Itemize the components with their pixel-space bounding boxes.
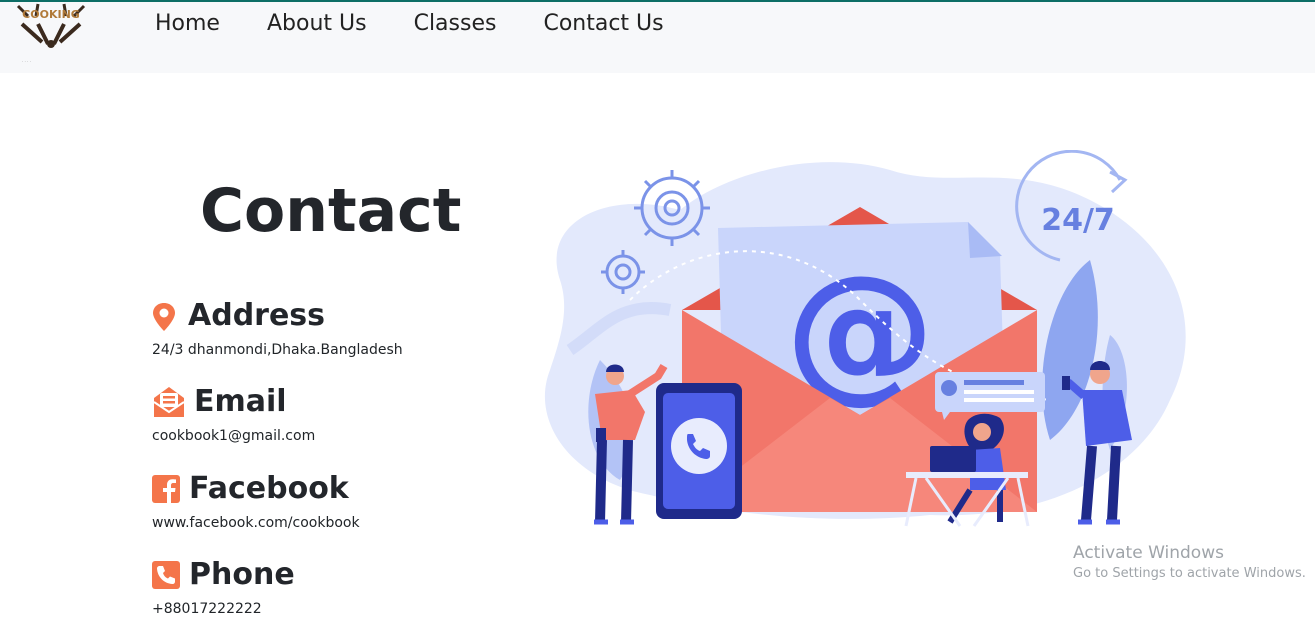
- contact-illustration: 24/7 @: [544, 150, 1186, 527]
- phone-icon: [152, 560, 180, 589]
- page-title: Contact: [200, 176, 462, 246]
- svg-text:. . . .: . . . .: [22, 58, 31, 63]
- phone-heading: Phone: [189, 557, 295, 592]
- contact-item-facebook: Facebook www.facebook.com/cookbook: [152, 471, 360, 531]
- svg-text:24/7: 24/7: [1041, 203, 1115, 238]
- nav-link-contact-us[interactable]: Contact Us: [543, 10, 663, 38]
- phone-device: [656, 383, 742, 519]
- watermark-title: Activate Windows: [1073, 543, 1224, 563]
- email-value: cookbook1@gmail.com: [152, 428, 316, 444]
- facebook-heading: Facebook: [189, 471, 349, 506]
- facebook-value[interactable]: www.facebook.com/cookbook: [152, 515, 360, 531]
- contact-item-email: Email cookbook1@gmail.com: [152, 384, 315, 444]
- nav-link-home[interactable]: Home: [155, 10, 220, 38]
- envelope-icon: [153, 386, 185, 417]
- facebook-icon: [152, 474, 180, 503]
- address-value: 24/3 dhanmondi,Dhaka.Bangladesh: [152, 342, 403, 358]
- windows-activation-watermark: Activate Windows Go to Settings to activ…: [1073, 543, 1306, 581]
- phone-value: +88017222222: [152, 601, 262, 617]
- contact-item-address: Address 24/3 dhanmondi,Dhaka.Bangladesh: [152, 298, 403, 358]
- contact-item-phone: Phone +88017222222: [152, 557, 295, 617]
- watermark-subtitle: Go to Settings to activate Windows.: [1073, 566, 1306, 581]
- map-pin-icon: [153, 302, 175, 331]
- nav-link-about-us[interactable]: About Us: [267, 10, 367, 38]
- nav-link-classes[interactable]: Classes: [414, 10, 497, 38]
- navbar: COOKING . . . . Home About Us Classes Co…: [0, 2, 1315, 73]
- svg-text:COOKING: COOKING: [22, 8, 80, 21]
- address-heading: Address: [188, 298, 326, 333]
- email-heading: Email: [194, 384, 287, 419]
- cooking-logo[interactable]: COOKING . . . .: [8, 2, 94, 66]
